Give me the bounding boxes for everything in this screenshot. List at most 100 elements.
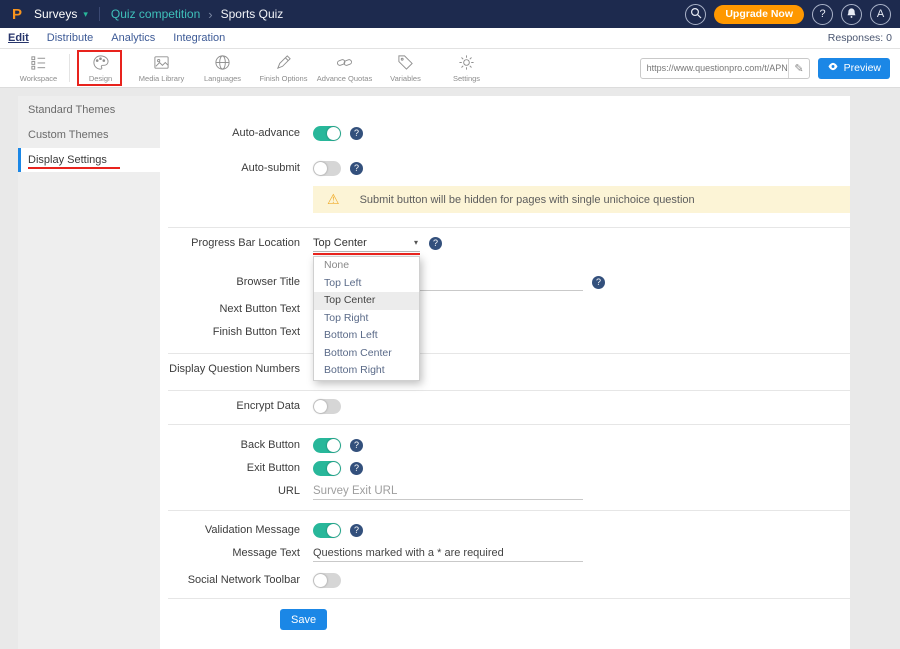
breadcrumb-parent[interactable]: Quiz competition: [111, 7, 200, 21]
auto-submit-toggle[interactable]: [313, 161, 341, 176]
breadcrumb-separator-icon: ›: [208, 7, 212, 22]
dropdown-option-bottom-left[interactable]: Bottom Left: [314, 327, 419, 345]
setting-label: Encrypt Data: [160, 400, 300, 412]
display-settings-panel: Auto-advance ? Auto-submit ? ⚠ Submit bu…: [160, 96, 850, 649]
help-icon[interactable]: ?: [350, 462, 363, 475]
tool-advance-quotas[interactable]: Advance Quotas: [314, 50, 375, 86]
help-icon[interactable]: ?: [429, 237, 442, 250]
edit-url-pencil-icon[interactable]: ✎: [788, 59, 808, 78]
setting-label: Auto-advance: [160, 127, 300, 139]
tab-distribute[interactable]: Distribute: [47, 32, 93, 44]
row-encrypt-data: Encrypt Data: [160, 396, 850, 416]
row-exit-button: Exit Button ?: [160, 458, 850, 478]
tab-integration[interactable]: Integration: [173, 32, 225, 44]
tool-label: Workspace: [20, 74, 57, 83]
dropdown-option-bottom-center[interactable]: Bottom Center: [314, 345, 419, 363]
tool-finish-options[interactable]: Finish Options: [253, 50, 314, 86]
row-next-button-text: Next Button Text: [160, 299, 850, 319]
row-auto-advance: Auto-advance ?: [160, 123, 850, 143]
save-button[interactable]: Save: [280, 609, 327, 630]
tool-workspace[interactable]: Workspace: [8, 50, 69, 86]
divider: [168, 598, 850, 599]
sidebar-item-display-settings[interactable]: Display Settings: [18, 148, 160, 172]
variables-tag-icon: [397, 54, 414, 72]
tool-media-library[interactable]: Media Library: [131, 50, 192, 86]
breadcrumb: Quiz competition › Sports Quiz: [111, 7, 283, 22]
help-icon[interactable]: ?: [592, 276, 605, 289]
warning-banner: ⚠ Submit button will be hidden for pages…: [313, 186, 850, 213]
tool-languages[interactable]: Languages: [192, 50, 253, 86]
help-icon[interactable]: ?: [350, 439, 363, 452]
tool-label: Settings: [453, 74, 480, 83]
setting-label: Auto-submit: [160, 162, 300, 174]
upgrade-button[interactable]: Upgrade Now: [714, 5, 804, 24]
row-auto-submit: Auto-submit ?: [160, 158, 850, 178]
notifications-button[interactable]: [841, 4, 862, 25]
divider: [168, 227, 850, 228]
tool-label: Variables: [390, 74, 421, 83]
surveys-menu[interactable]: Surveys ▾: [34, 7, 88, 21]
help-icon[interactable]: ?: [350, 524, 363, 537]
dropdown-option-top-center[interactable]: Top Center: [314, 292, 419, 310]
preview-label: Preview: [844, 62, 881, 74]
search-icon: [690, 7, 702, 22]
progress-location-dropdown: None Top Left Top Center Top Right Botto…: [313, 256, 420, 381]
warning-icon: ⚠: [327, 191, 340, 208]
social-network-toolbar-toggle[interactable]: [313, 573, 341, 588]
media-library-icon: [153, 54, 170, 72]
design-palette-icon: [92, 54, 109, 72]
breadcrumb-current: Sports Quiz: [221, 7, 284, 21]
validation-message-toggle[interactable]: [313, 523, 341, 538]
dropdown-option-top-left[interactable]: Top Left: [314, 275, 419, 293]
finish-options-pen-icon: [275, 54, 292, 72]
survey-exit-url-input[interactable]: [313, 482, 583, 500]
setting-label: Validation Message: [160, 524, 300, 536]
row-progress-bar-location: Progress Bar Location Top Center ▾ ?: [160, 233, 850, 253]
survey-url[interactable]: https://www.questionpro.com/t/APNrFZ: [641, 63, 789, 73]
encrypt-data-toggle[interactable]: [313, 399, 341, 414]
help-button[interactable]: ?: [812, 4, 833, 25]
advance-quotas-links-icon: [336, 54, 353, 72]
setting-label: Exit Button: [160, 462, 300, 474]
bell-icon: [846, 7, 857, 22]
row-validation-message: Validation Message ?: [160, 520, 850, 540]
progress-bar-location-select[interactable]: Top Center ▾: [313, 234, 420, 252]
setting-label: Progress Bar Location: [160, 237, 300, 249]
select-value: Top Center: [313, 237, 367, 249]
tool-variables[interactable]: Variables: [375, 50, 436, 86]
back-button-toggle[interactable]: [313, 438, 341, 453]
row-back-button: Back Button ?: [160, 435, 850, 455]
questionpro-app: P Surveys ▾ Quiz competition › Sports Qu…: [0, 0, 900, 649]
row-browser-title: Browser Title ?: [160, 272, 850, 292]
avatar[interactable]: A: [870, 4, 891, 25]
setting-label: Display Question Numbers: [160, 363, 300, 375]
annotation-progress-select-underline: [313, 253, 420, 255]
sidebar-item-standard-themes[interactable]: Standard Themes: [18, 98, 160, 122]
message-text-input[interactable]: [313, 544, 583, 562]
setting-label: Social Network Toolbar: [160, 574, 300, 586]
help-icon[interactable]: ?: [350, 127, 363, 140]
search-button[interactable]: [685, 4, 706, 25]
questionpro-logo[interactable]: P: [8, 5, 26, 23]
auto-advance-toggle[interactable]: [313, 126, 341, 141]
setting-label: Back Button: [160, 439, 300, 451]
dropdown-option-top-right[interactable]: Top Right: [314, 310, 419, 328]
exit-button-toggle[interactable]: [313, 461, 341, 476]
dropdown-option-none[interactable]: None: [314, 257, 419, 275]
setting-label: Next Button Text: [160, 303, 300, 315]
setting-label: Browser Title: [160, 276, 300, 288]
tab-edit[interactable]: Edit: [8, 32, 29, 44]
tab-analytics[interactable]: Analytics: [111, 32, 155, 44]
sidebar-item-custom-themes[interactable]: Custom Themes: [18, 123, 160, 147]
settings-gear-icon: [458, 54, 475, 72]
dropdown-option-bottom-right[interactable]: Bottom Right: [314, 362, 419, 380]
row-exit-url: URL: [160, 481, 850, 501]
preview-button[interactable]: Preview: [818, 58, 890, 79]
survey-menubar: Edit Distribute Analytics Integration Re…: [0, 28, 900, 49]
setting-label: Finish Button Text: [160, 326, 300, 338]
help-icon[interactable]: ?: [350, 162, 363, 175]
chevron-down-icon: ▾: [83, 9, 88, 20]
tool-design[interactable]: Design: [70, 50, 131, 86]
tool-settings[interactable]: Settings: [436, 50, 497, 86]
row-finish-button-text: Finish Button Text: [160, 322, 850, 342]
